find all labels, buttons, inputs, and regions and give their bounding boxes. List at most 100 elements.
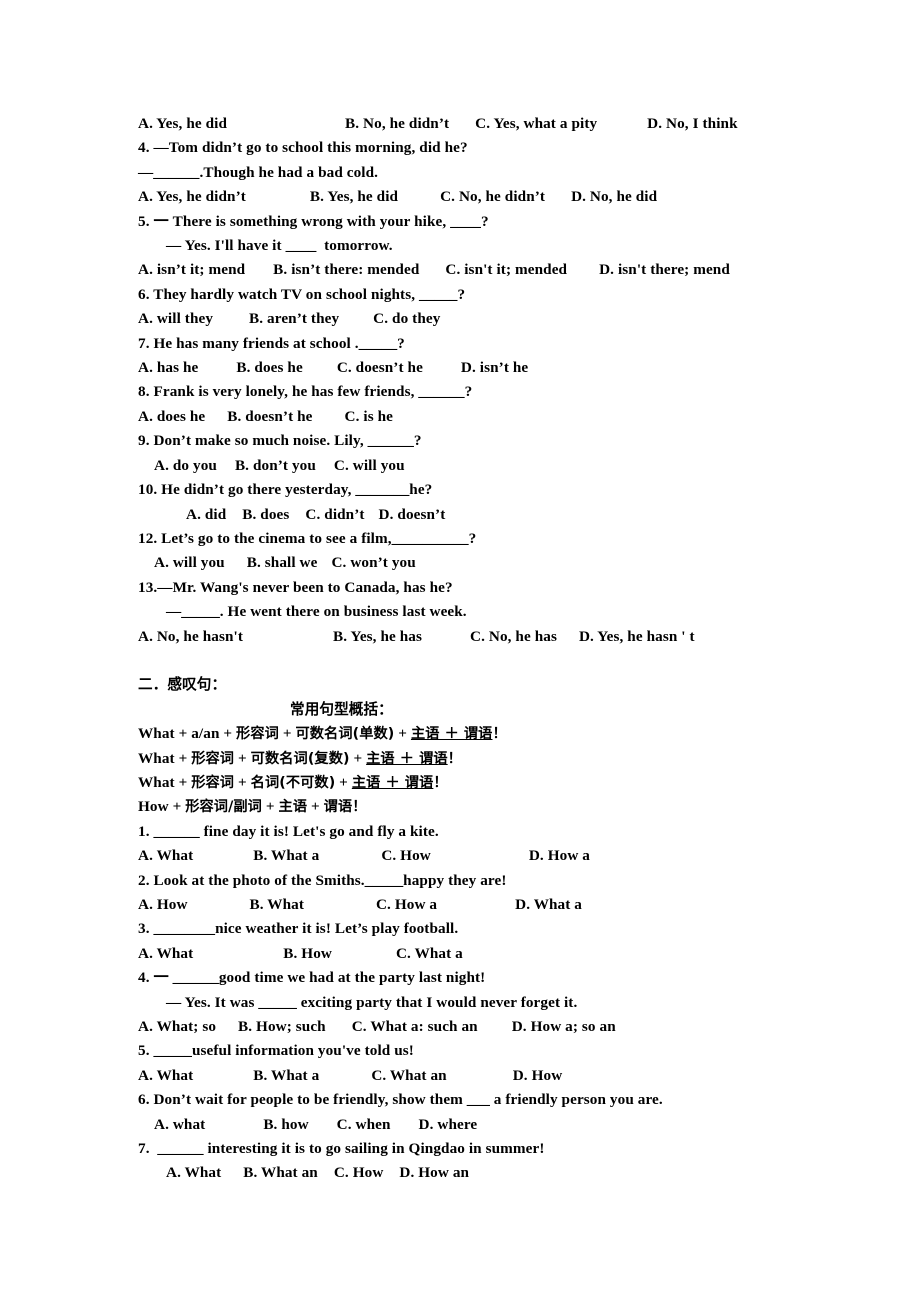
exclamatory-question-7-stem: 7. ______ interesting it is to go sailin…	[138, 1137, 888, 1161]
answer-blank[interactable]: ______	[418, 383, 464, 400]
question-text: 12. Let’s go to the cinema to see a film…	[138, 529, 392, 547]
question-text: 10. He didn’t go there yesterday,	[138, 481, 356, 499]
question-12-options: A. will you B. shall we C. won’t you	[138, 551, 888, 575]
answer-blank[interactable]: _____	[419, 286, 457, 303]
question-text: 5. 一 There is something wrong with your …	[138, 212, 451, 230]
question-text: 7. He has many friends at school .	[138, 334, 359, 352]
formula-subject: 主语	[278, 799, 308, 816]
question-text: exciting party that I would never forget…	[296, 993, 578, 1011]
answer-blank[interactable]: _____	[258, 994, 296, 1011]
formula-subject-predicate: 主语 ＋ 谓语	[410, 726, 493, 743]
option-b: B. does he	[236, 359, 303, 377]
option-a: A. will they	[138, 310, 214, 328]
option-d: D. How an	[399, 1164, 470, 1182]
options-row: A. Yes, he did B. No, he didn’t C. Yes, wh…	[138, 112, 888, 136]
option-d: D. Yes, he hasn ' t	[578, 627, 695, 645]
option-b: B. What an	[243, 1164, 318, 1182]
question-text: . He went there on business last week.	[219, 603, 467, 621]
option-d: D. No, he did	[571, 188, 658, 206]
option-d: D. What a	[515, 895, 582, 913]
section-subheading: 常用句型概括：	[290, 700, 393, 718]
formula-plus: +	[234, 773, 251, 791]
answer-blank[interactable]: ______	[173, 969, 219, 986]
formula-adjective-adverb: 形容词/副词	[185, 799, 262, 816]
exclamatory-question-6-stem: 6. Don’t wait for people to be friendly,…	[138, 1088, 888, 1112]
option-b: B. No, he didn’t	[345, 115, 450, 132]
question-9-stem: 9. Don’t make so much noise. Lily, _____…	[138, 429, 888, 453]
answer-blank[interactable]: _____	[359, 335, 397, 352]
exclamatory-question-3-options: A. What B. How C. What a	[138, 942, 888, 966]
option-b: B. doesn’t he	[227, 407, 313, 425]
exclamatory-question-5-stem: 5. _____useful information you've told u…	[138, 1039, 888, 1063]
document-body: A. Yes, he did B. No, he didn’t C. Yes, wh…	[138, 112, 888, 1186]
formula-end: ！	[492, 726, 507, 743]
option-a: A. do you	[154, 456, 217, 474]
formula-plus: +	[349, 749, 367, 767]
formula-plus: +	[234, 749, 251, 767]
worksheet-page: A. Yes, he did B. No, he didn’t C. Yes, wh…	[0, 0, 920, 1302]
option-d: D. How a	[528, 847, 590, 865]
option-a: A. What	[138, 847, 194, 865]
question-6-options: A. will they B. aren’t they C. do they	[138, 307, 888, 331]
answer-blank[interactable]: _____	[365, 872, 403, 889]
question-12-stem: 12. Let’s go to the cinema to see a film…	[138, 527, 888, 551]
dash-prefix: —	[166, 603, 182, 621]
option-b: B. isn’t there: mended	[273, 261, 420, 279]
option-a: A. What	[166, 1164, 222, 1182]
option-c: C. What an	[371, 1066, 447, 1084]
question-4-stem: 4. —Tom didn’t go to school this morning…	[138, 136, 888, 160]
question-text: he?	[409, 481, 433, 499]
section-heading-exclamatory: 二．感叹句：	[138, 676, 227, 694]
option-a: A. What; so	[138, 1018, 217, 1036]
option-a: A. did	[186, 505, 227, 523]
question-5-reply-line: — Yes. I'll have it ____ tomorrow.	[138, 234, 888, 258]
option-d: D. How	[512, 1066, 563, 1084]
answer-blank[interactable]: ______	[154, 823, 200, 840]
formula-plus: +	[278, 725, 296, 743]
exclamatory-question-4-stem: 4. 一 ______good time we had at the party…	[138, 966, 888, 990]
formula-subject-predicate: 主语 ＋ 谓语	[366, 750, 448, 767]
answer-blank[interactable]: _____	[181, 603, 219, 620]
question-text: ?	[468, 529, 477, 547]
answer-blank[interactable]: ______	[153, 164, 199, 181]
option-c: C. How	[333, 1164, 384, 1182]
question-text: 8. Frank is very lonely, he has few frie…	[138, 383, 419, 401]
option-a: A. Yes, he did	[138, 115, 228, 132]
answer-blank[interactable]: ______	[157, 1140, 203, 1157]
question-10-stem: 10. He didn’t go there yesterday, ______…	[138, 478, 888, 502]
option-a: A. what	[154, 1115, 206, 1133]
question-text: nice weather it is! Let’s play football.	[215, 920, 459, 938]
answer-blank[interactable]: ____	[450, 213, 481, 230]
formula-what-countable-plural: What + 形容词 + 可数名词(复数) + 主语 ＋ 谓语！	[138, 747, 888, 771]
answer-blank[interactable]: ___	[467, 1091, 490, 1108]
formula-plus: +	[394, 725, 411, 743]
question-text: ?	[413, 432, 422, 450]
exclamatory-question-3-stem: 3. ________nice weather it is! Let’s pla…	[138, 917, 888, 941]
option-b: B. don’t you	[234, 456, 316, 474]
option-a: A. has he	[138, 359, 199, 377]
question-text: interesting it is to go sailing in Qingd…	[203, 1140, 545, 1158]
answer-blank[interactable]: __________	[392, 530, 469, 547]
option-d: D. doesn’t	[378, 505, 446, 523]
option-c: C. No, he has	[470, 627, 557, 645]
answer-blank[interactable]: ________	[154, 920, 216, 937]
formula-noun: 可数名词(单数)	[295, 726, 395, 743]
exclamatory-question-5-options: A. What B. What a C. What an D. How	[138, 1064, 888, 1088]
exclamatory-question-4-options: A. What; so B. How; such C. What a: such a…	[138, 1015, 888, 1039]
option-b: B. How; such	[238, 1018, 326, 1036]
answer-blank[interactable]: ______	[368, 432, 414, 449]
option-c: C. isn't it; mended	[445, 261, 568, 279]
question-text: fine day it is! Let's go and fly a kite.	[199, 822, 439, 840]
option-a: A. Yes, he didn’t	[138, 188, 246, 206]
question-text: a friendly person you are.	[489, 1091, 663, 1109]
answer-blank[interactable]: _______	[355, 481, 409, 498]
option-a: A. How	[138, 895, 188, 913]
answer-blank[interactable]: ____	[286, 237, 317, 254]
question-text: ?	[397, 334, 405, 352]
option-b: B. How	[283, 944, 332, 962]
answer-blank[interactable]: _____	[154, 1042, 192, 1059]
question-text: 6. Don’t wait for people to be friendly,…	[138, 1091, 467, 1109]
option-b: B. What a	[253, 847, 320, 865]
question-5-options: A. isn’t it; mend B. isn’t there: mended C…	[138, 258, 888, 282]
